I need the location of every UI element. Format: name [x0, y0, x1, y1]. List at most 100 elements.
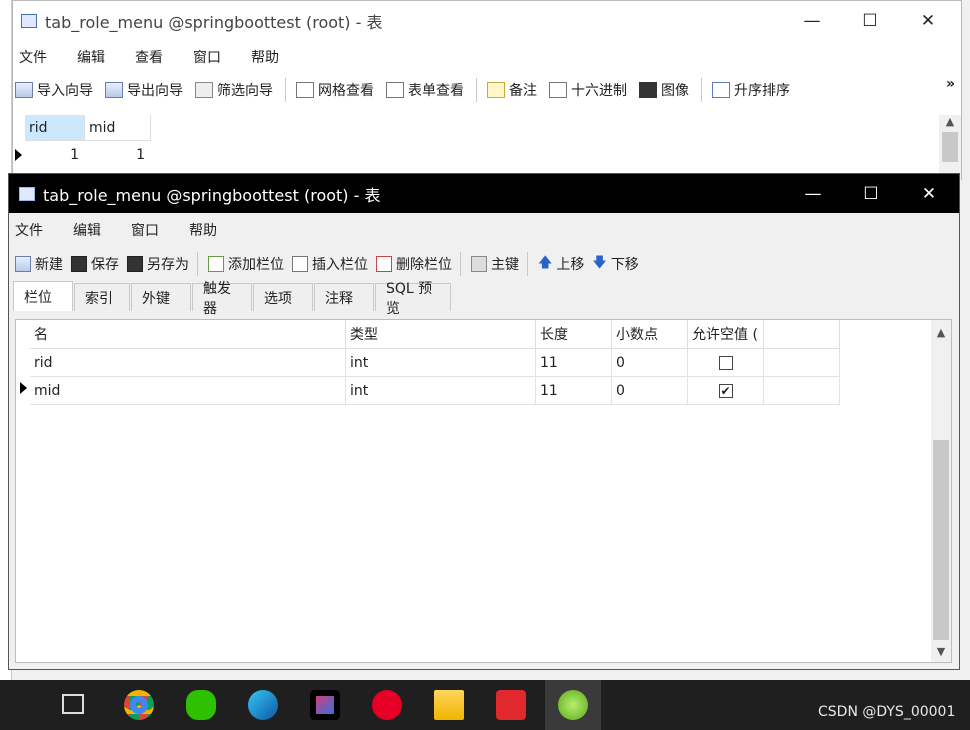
table-icon [19, 186, 35, 201]
tab-comments[interactable]: 注释 [314, 283, 374, 311]
filter-wizard-button[interactable]: 筛选向导 [195, 80, 273, 100]
column-header-type[interactable]: 类型 [346, 320, 536, 349]
move-up-button[interactable]: 🡅 上移 [538, 252, 584, 276]
back-vertical-scrollbar[interactable]: ▲ [939, 115, 961, 181]
wps-icon[interactable] [496, 690, 526, 720]
fields-vertical-scrollbar[interactable]: ▲ ▼ [931, 320, 951, 662]
column-header-length[interactable]: 长度 [536, 320, 612, 349]
row-pointer-icon [15, 149, 22, 161]
menu-window[interactable]: 窗口 [193, 47, 221, 67]
move-down-button[interactable]: 🡇 下移 [592, 252, 638, 276]
menu-help[interactable]: 帮助 [251, 47, 279, 67]
grid-header-rid[interactable]: rid [25, 115, 85, 141]
grid-icon [296, 82, 314, 98]
toolbar-separator [285, 78, 286, 102]
memo-button[interactable]: 备注 [487, 80, 537, 100]
insert-field-button[interactable]: 插入栏位 [292, 254, 368, 274]
netease-music-icon[interactable] [372, 690, 402, 720]
not-null-checkbox[interactable] [718, 355, 733, 370]
tab-indexes[interactable]: 索引 [74, 283, 130, 311]
file-explorer-icon[interactable] [434, 690, 464, 720]
menu-view[interactable]: 查看 [135, 47, 163, 67]
field-decimals-cell[interactable]: 0 [612, 349, 688, 377]
not-null-cell: ✔ [688, 377, 764, 405]
grid-view-button[interactable]: 网格查看 [296, 80, 374, 100]
back-table-window: tab_role_menu @springboottest (root) - 表… [12, 0, 962, 181]
tab-fields[interactable]: 栏位 [13, 281, 73, 311]
empty-cell [764, 349, 840, 377]
close-button[interactable]: ✕ [900, 174, 958, 214]
form-view-button[interactable]: 表单查看 [386, 80, 464, 100]
wechat-icon[interactable] [186, 690, 216, 720]
maximize-button[interactable]: ☐ [841, 1, 899, 41]
grid-cell[interactable]: 1 [85, 141, 151, 169]
toolbar-separator [527, 252, 528, 276]
chrome-icon[interactable] [124, 690, 154, 720]
toolbar-overflow-button[interactable]: » [946, 76, 955, 92]
save-as-button[interactable]: 另存为 [127, 254, 189, 274]
scroll-thumb[interactable] [942, 132, 958, 162]
field-length-cell[interactable]: 11 [536, 349, 612, 377]
toolbar-separator [197, 252, 198, 276]
field-name-cell[interactable]: mid [30, 377, 346, 405]
field-name-cell[interactable]: rid [30, 349, 346, 377]
column-header-extra[interactable] [764, 320, 840, 349]
menu-edit[interactable]: 编辑 [73, 220, 101, 240]
tab-foreign-keys[interactable]: 外键 [131, 283, 191, 311]
row-pointer-icon [20, 382, 27, 394]
arrow-up-icon: 🡅 [538, 255, 553, 271]
export-icon [105, 82, 123, 98]
field-length-cell[interactable]: 11 [536, 377, 612, 405]
back-menu-bar: 文件 编辑 查看 窗口 帮助 [13, 41, 961, 73]
add-field-icon [208, 256, 224, 272]
menu-file[interactable]: 文件 [19, 47, 47, 67]
delete-field-button[interactable]: 删除栏位 [376, 254, 452, 274]
navicat-icon[interactable] [558, 690, 588, 720]
hex-button[interactable]: 十六进制 [549, 80, 627, 100]
close-button[interactable]: ✕ [899, 1, 957, 41]
field-type-cell[interactable]: int [346, 349, 536, 377]
export-wizard-button[interactable]: 导出向导 [105, 80, 183, 100]
not-null-checkbox[interactable]: ✔ [718, 383, 733, 398]
field-decimals-cell[interactable]: 0 [612, 377, 688, 405]
primary-key-button[interactable]: 主键 [471, 254, 519, 274]
image-icon [639, 82, 657, 98]
menu-help[interactable]: 帮助 [189, 220, 217, 240]
save-button[interactable]: 保存 [71, 254, 119, 274]
column-header-name[interactable]: 名 [30, 320, 346, 349]
hex-icon [549, 82, 567, 98]
menu-window[interactable]: 窗口 [131, 220, 159, 240]
scroll-up-icon[interactable]: ▲ [939, 115, 961, 128]
add-field-button[interactable]: 添加栏位 [208, 254, 284, 274]
fields-grid: 名 类型 长度 小数点 允许空值 ( rid int 11 0 mid int … [15, 319, 952, 663]
table-icon [21, 14, 37, 28]
column-header-not-null[interactable]: 允许空值 ( [688, 320, 764, 349]
grid-header-mid[interactable]: mid [85, 115, 151, 141]
sort-asc-button[interactable]: 升序排序 [712, 80, 790, 100]
back-window-controls: — ☐ ✕ [783, 1, 957, 41]
front-toolbar: 新建 保存 另存为 添加栏位 插入栏位 删除栏位 主键 🡅 上移 🡇 下移 [9, 247, 959, 281]
menu-edit[interactable]: 编辑 [77, 47, 105, 67]
import-wizard-button[interactable]: 导入向导 [15, 80, 93, 100]
tab-sql-preview[interactable]: SQL 预览 [375, 281, 451, 317]
scroll-down-icon[interactable]: ▼ [931, 645, 951, 658]
design-tabs: 栏位 索引 外键 触发器 选项 注释 SQL 预览 [9, 281, 959, 317]
column-header-decimals[interactable]: 小数点 [612, 320, 688, 349]
maximize-button[interactable]: ☐ [842, 174, 900, 214]
scroll-up-icon[interactable]: ▲ [931, 320, 951, 339]
task-view-icon[interactable] [62, 694, 84, 714]
edge-icon[interactable] [248, 690, 278, 720]
tab-triggers[interactable]: 触发器 [192, 281, 252, 317]
scroll-thumb[interactable] [933, 440, 949, 640]
jetbrains-icon[interactable] [310, 690, 340, 720]
tab-options[interactable]: 选项 [253, 283, 313, 311]
new-button[interactable]: 新建 [15, 254, 63, 274]
memo-icon [487, 82, 505, 98]
minimize-button[interactable]: — [783, 1, 841, 41]
field-type-cell[interactable]: int [346, 377, 536, 405]
menu-file[interactable]: 文件 [15, 220, 43, 240]
form-icon [386, 82, 404, 98]
image-button[interactable]: 图像 [639, 80, 689, 100]
minimize-button[interactable]: — [784, 174, 842, 214]
grid-cell[interactable]: 1 [25, 141, 85, 169]
